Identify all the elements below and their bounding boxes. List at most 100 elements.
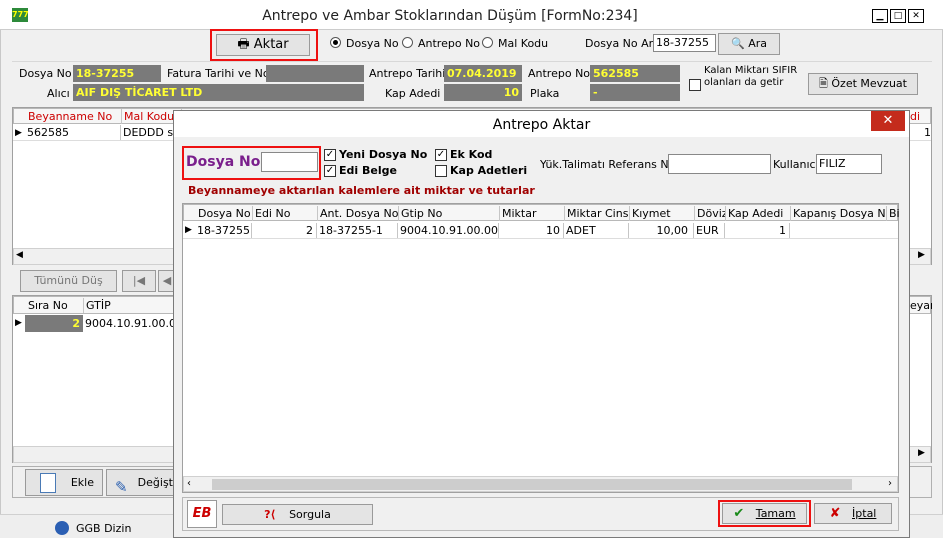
cell-gtip: 9004.10.91.00.00 (85, 316, 183, 331)
tamam-button[interactable]: ✔ Tamam (722, 503, 807, 524)
ozet-mevzuat-label: Özet Mevzuat (831, 77, 907, 90)
section-title: Beyannameye aktarılan kalemlere ait mikt… (188, 184, 535, 197)
scroll-right-icon[interactable]: › (888, 478, 892, 489)
pencil-icon: ✎ (115, 478, 128, 496)
antrepo-no-label: Antrepo No (528, 67, 591, 80)
degistir-button[interactable]: ✎ Değişt (106, 469, 176, 496)
antrepo-tarihi-field[interactable]: 07.04.2019 (444, 65, 522, 82)
dialog-dosya-no-input[interactable] (261, 152, 318, 172)
window-title: Antrepo ve Ambar Stoklarından Düşüm [For… (262, 8, 638, 24)
kullanici-label: Kullanıcı (773, 158, 819, 171)
col-kap-adedi[interactable]: Kap Adedi (726, 206, 791, 221)
minimize-icon[interactable]: ▁ (872, 9, 888, 23)
cell-last: 1 (924, 126, 931, 139)
col-gtip[interactable]: GTİP (84, 298, 174, 313)
sorgula-label: Sorgula (289, 508, 331, 521)
iptal-button[interactable]: ✘ İptal (814, 503, 892, 524)
export-icon: 🖶 (237, 37, 250, 52)
scroll-right-icon[interactable]: ▶ (918, 448, 925, 458)
col-kapanis-dosya-no[interactable]: Kapanış Dosya No (791, 206, 887, 221)
aktar-label: Aktar (253, 37, 289, 52)
cell-ant-dosya-no: 18-37255-1 (317, 223, 398, 238)
alici-label: Alıcı (47, 87, 70, 100)
antrepo-aktar-dialog: Antrepo Aktar ✕ Dosya No ✓ Yeni Dosya No… (173, 110, 910, 538)
alici-field[interactable]: AIF DIŞ TİCARET LTD (73, 84, 364, 101)
dialog-grid-hscroll[interactable]: ‹ › (183, 476, 898, 492)
radio-mal-kodu-label: Mal Kodu (498, 37, 549, 50)
scroll-left-icon[interactable]: ‹ (187, 478, 191, 489)
degistir-label: Değişt (137, 476, 173, 489)
sorgula-button[interactable]: ?⟨ Sorgula (222, 504, 373, 525)
table-row[interactable]: ▶ 18-37255 2 18-37255-1 9004.10.91.00.00… (183, 222, 898, 239)
col-kiymet[interactable]: Kıymet (630, 206, 695, 221)
col-doviz[interactable]: Döviz (695, 206, 726, 221)
title-bar: 777 Antrepo ve Ambar Stoklarından Düşüm … (0, 0, 943, 30)
fatura-label: Fatura Tarihi ve No (167, 67, 270, 80)
dialog-dosya-no-label: Dosya No (186, 154, 261, 170)
ggb-dizin-label[interactable]: GGB Dizin (76, 522, 131, 535)
first-record-icon[interactable]: |◀ (122, 270, 156, 292)
new-document-icon (40, 473, 56, 493)
kap-adetleri-label: Kap Adetleri (450, 164, 528, 177)
col-gtip-no[interactable]: Gtip No (399, 206, 500, 221)
plaka-field[interactable]: - (590, 84, 680, 101)
kullanici-input[interactable]: FILIZ (816, 154, 882, 174)
radio-dosya-no[interactable] (330, 37, 341, 48)
ggb-icon (55, 521, 69, 535)
dialog-close-icon[interactable]: ✕ (871, 111, 905, 131)
ekle-button[interactable]: Ekle (25, 469, 103, 496)
fatura-field[interactable] (266, 65, 364, 82)
dialog-title: Antrepo Aktar (492, 117, 591, 133)
cell-sira-no: 2 (25, 315, 83, 332)
tumunu-dus-button[interactable]: Tümünü Düş (20, 270, 117, 292)
scroll-right-icon[interactable]: ▶ (918, 250, 925, 260)
ara-button[interactable]: 🔍 Ara (718, 33, 780, 55)
dosya-no-label: Dosya No (19, 67, 72, 80)
kap-adetleri-checkbox[interactable] (435, 165, 447, 177)
kap-adedi-label: Kap Adedi (385, 87, 441, 100)
ozet-mevzuat-button[interactable]: 🗎 Özet Mevzuat (808, 73, 918, 95)
cancel-x-icon: ✘ (829, 506, 841, 521)
col-beyanname-no[interactable]: Beyanname No (26, 109, 122, 124)
col-miktar[interactable]: Miktar (500, 206, 565, 221)
edi-belge-label: Edi Belge (339, 164, 397, 177)
radio-antrepo-no[interactable] (402, 37, 413, 48)
scroll-thumb[interactable] (212, 479, 852, 490)
aktar-button[interactable]: 🖶 Aktar (216, 34, 310, 56)
dialog-title-bar: Antrepo Aktar ✕ (174, 111, 909, 137)
edi-belge-checkbox[interactable]: ✓ (324, 165, 336, 177)
ek-kod-checkbox[interactable]: ✓ (435, 149, 447, 161)
col-miktar-cinsi[interactable]: Miktar Cinsi (565, 206, 630, 221)
dosya-no-ara-input[interactable]: 18-37255 (653, 34, 716, 52)
yeni-dosya-no-checkbox[interactable]: ✓ (324, 149, 336, 161)
cell-beyanname-no: 562585 (25, 125, 121, 140)
cell-miktar-cinsi: ADET (564, 223, 629, 238)
col-dosya-no[interactable]: Dosya No (196, 206, 253, 221)
col-sira-no[interactable]: Sıra No (26, 298, 84, 313)
kap-adedi-field[interactable]: 10 (444, 84, 522, 101)
col-partial: di (910, 110, 921, 123)
row-pointer-icon: ▶ (185, 225, 192, 235)
eb-logo: EB (187, 500, 217, 528)
row-pointer-icon: ▶ (15, 128, 22, 138)
col-bi[interactable]: Bi (887, 206, 899, 221)
ekle-label: Ekle (70, 476, 94, 489)
cell-doviz: EUR (694, 223, 725, 238)
dosya-no-field[interactable]: 18-37255 (73, 65, 161, 82)
col-ant-dosya-no[interactable]: Ant. Dosya No (318, 206, 399, 221)
kalan-miktar-label: Kalan Miktarı SIFIR olanları da getir (704, 65, 798, 88)
yuk-talimati-input[interactable] (668, 154, 771, 174)
radio-mal-kodu[interactable] (482, 37, 493, 48)
kalan-miktar-checkbox[interactable] (689, 79, 701, 91)
maximize-icon[interactable]: □ (890, 9, 906, 23)
iptal-label: İptal (852, 507, 877, 520)
row-pointer-icon: ▶ (15, 318, 22, 328)
col-partial-lower: eyar (910, 299, 932, 312)
col-edi-no[interactable]: Edi No (253, 206, 318, 221)
dialog-grid-header: Dosya No Edi No Ant. Dosya No Gtip No Mi… (183, 204, 899, 221)
checkmark-icon: ✔ (733, 506, 745, 521)
close-icon[interactable]: ✕ (908, 9, 924, 23)
antrepo-no-field[interactable]: 562585 (590, 65, 680, 82)
cell-kiymet: 10,00 (629, 223, 694, 238)
scroll-left-icon[interactable]: ◀ (16, 250, 23, 260)
